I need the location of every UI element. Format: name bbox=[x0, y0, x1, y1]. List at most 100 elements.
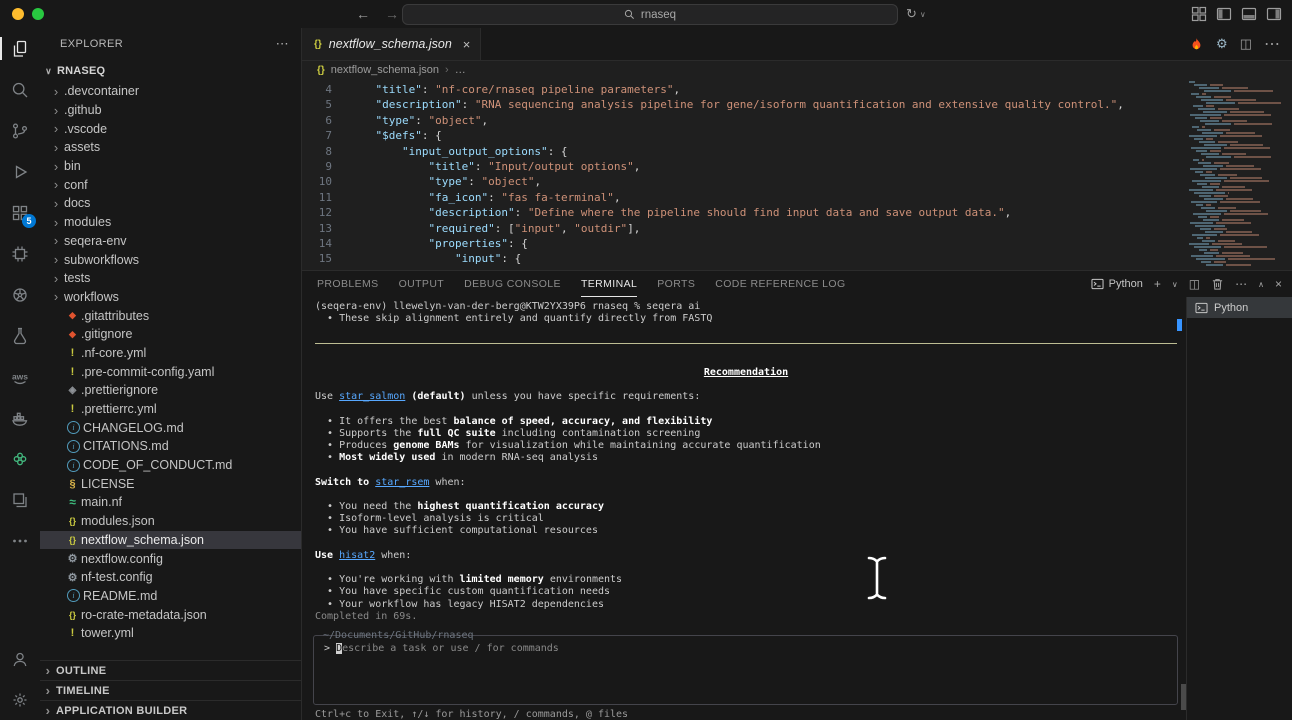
toggle-panel-icon[interactable] bbox=[1241, 6, 1257, 22]
close-tab-icon[interactable]: × bbox=[463, 37, 471, 52]
more-actions-icon[interactable]: ⋯ bbox=[1264, 34, 1280, 54]
tree-item[interactable]: {}modules.json bbox=[40, 512, 301, 531]
minimize-button[interactable] bbox=[12, 8, 24, 20]
activity-docker[interactable] bbox=[0, 397, 40, 438]
toggle-secondary-sidebar-icon[interactable] bbox=[1266, 6, 1282, 22]
tree-item[interactable]: {}nextflow_schema.json bbox=[40, 531, 301, 550]
activity-accounts[interactable] bbox=[0, 638, 40, 679]
tree-item[interactable]: ›.vscode bbox=[40, 119, 301, 138]
line-number: 11 bbox=[302, 190, 332, 205]
search-icon bbox=[624, 9, 635, 20]
testing-icon bbox=[10, 326, 30, 346]
panel-tab-problems[interactable]: PROBLEMS bbox=[317, 272, 379, 297]
tree-item[interactable]: {}ro-crate-metadata.json bbox=[40, 605, 301, 624]
launch-profile-button[interactable]: Python bbox=[1091, 278, 1143, 290]
activity-run-debug[interactable] bbox=[0, 151, 40, 192]
panel-tab-terminal[interactable]: TERMINAL bbox=[581, 272, 637, 297]
tree-item[interactable]: §LICENSE bbox=[40, 474, 301, 493]
terminal-line bbox=[315, 325, 1177, 337]
split-editor-icon[interactable]: ◫ bbox=[1240, 36, 1252, 52]
tree-item[interactable]: ›.github bbox=[40, 101, 301, 120]
chevron-down-icon[interactable]: ∨ bbox=[1172, 280, 1178, 289]
activity-testing[interactable] bbox=[0, 315, 40, 356]
tree-item[interactable]: ◆.gitattributes bbox=[40, 306, 301, 325]
line-number: 12 bbox=[302, 205, 332, 220]
terminal[interactable]: (seqera-env) llewelyn-van-der-berg@KTW2Y… bbox=[302, 297, 1186, 720]
flame-icon[interactable] bbox=[1189, 37, 1204, 52]
tree-item[interactable]: iCODE_OF_CONDUCT.md bbox=[40, 456, 301, 475]
settings-gear-icon[interactable]: ⚙ bbox=[1216, 36, 1228, 52]
tree-item[interactable]: iREADME.md bbox=[40, 587, 301, 606]
section-timeline[interactable]: ›TIMELINE bbox=[40, 680, 301, 700]
maximize-panel-icon[interactable]: ∧ bbox=[1258, 280, 1264, 289]
tree-item[interactable]: ›docs bbox=[40, 194, 301, 213]
toggle-sidebar-icon[interactable] bbox=[1216, 6, 1232, 22]
aws-icon: aws bbox=[10, 367, 30, 387]
customize-layout-icon[interactable] bbox=[1191, 6, 1207, 22]
zoom-button[interactable] bbox=[32, 8, 44, 20]
activity-aws[interactable]: aws bbox=[0, 356, 40, 397]
code-editor[interactable]: 4 "title": "nf-core/rnaseq pipeline para… bbox=[302, 79, 1292, 270]
more-actions-icon[interactable]: ⋯ bbox=[1235, 277, 1247, 291]
tree-item[interactable]: ›assets bbox=[40, 138, 301, 157]
minimap[interactable] bbox=[1185, 81, 1289, 269]
tree-item[interactable]: iCHANGELOG.md bbox=[40, 418, 301, 437]
activity-containers[interactable] bbox=[0, 479, 40, 520]
tree-item[interactable]: ›modules bbox=[40, 213, 301, 232]
close-panel-icon[interactable]: × bbox=[1275, 277, 1282, 291]
tree-item[interactable]: ›tests bbox=[40, 269, 301, 288]
breadcrumb-file[interactable]: nextflow_schema.json bbox=[331, 64, 439, 76]
command-center[interactable]: rnaseq bbox=[402, 4, 898, 25]
activity-search[interactable] bbox=[0, 69, 40, 110]
tree-item[interactable]: !.nf-core.yml bbox=[40, 344, 301, 363]
tree-item[interactable]: ◆.gitignore bbox=[40, 325, 301, 344]
tree-item[interactable]: ≈main.nf bbox=[40, 493, 301, 512]
docker-icon bbox=[10, 408, 30, 428]
activity-extensions[interactable]: 5 bbox=[0, 192, 40, 233]
editor-tab[interactable]: {} nextflow_schema.json × bbox=[302, 28, 481, 60]
tree-item[interactable]: ⚙nf-test.config bbox=[40, 568, 301, 587]
activity-explorer[interactable] bbox=[0, 28, 40, 69]
terminal-scroll-indicator[interactable] bbox=[1177, 319, 1182, 331]
section-application-builder[interactable]: ›APPLICATION BUILDER bbox=[40, 700, 301, 720]
panel-tab-ports[interactable]: PORTS bbox=[657, 272, 695, 297]
new-terminal-icon[interactable]: + bbox=[1154, 277, 1161, 291]
activity-settings[interactable] bbox=[0, 679, 40, 720]
tree-item[interactable]: ›workflows bbox=[40, 288, 301, 307]
tree-item[interactable]: ›.devcontainer bbox=[40, 82, 301, 101]
screencast-control[interactable]: ↻ ∨ bbox=[906, 0, 926, 28]
panel-tab-debug-console[interactable]: DEBUG CONSOLE bbox=[464, 272, 561, 297]
activity-nextflow[interactable] bbox=[0, 438, 40, 479]
more-actions-icon[interactable]: ⋯ bbox=[276, 36, 289, 52]
tree-item[interactable]: ⚙nextflow.config bbox=[40, 549, 301, 568]
terminal-input-box[interactable]: ~/Documents/GitHub/rnaseq > Describe a t… bbox=[313, 635, 1178, 705]
activity-kubernetes[interactable] bbox=[0, 274, 40, 315]
tree-item[interactable]: ›conf bbox=[40, 175, 301, 194]
section-outline[interactable]: ›OUTLINE bbox=[40, 660, 301, 680]
breadcrumb-more[interactable]: … bbox=[455, 64, 466, 76]
panel-tab-code-reference-log[interactable]: CODE REFERENCE LOG bbox=[715, 272, 845, 297]
chevron-right-icon: › bbox=[48, 122, 64, 135]
kill-terminal-icon[interactable] bbox=[1211, 277, 1224, 291]
activity-source-control[interactable] bbox=[0, 110, 40, 151]
terminal-tab-python[interactable]: Python bbox=[1187, 297, 1292, 318]
back-button[interactable]: ← bbox=[356, 6, 370, 22]
tree-item[interactable]: iCITATIONS.md bbox=[40, 437, 301, 456]
tree-item[interactable]: !.pre-commit-config.yaml bbox=[40, 362, 301, 381]
tree-item[interactable]: ◈.prettierignore bbox=[40, 381, 301, 400]
tree-item[interactable]: ›bin bbox=[40, 157, 301, 176]
tree-item[interactable]: ›subworkflows bbox=[40, 250, 301, 269]
split-terminal-icon[interactable]: ◫ bbox=[1189, 277, 1200, 291]
forward-button[interactable]: → bbox=[385, 6, 399, 22]
project-section-header[interactable]: ∨ RNASEQ bbox=[40, 60, 301, 82]
terminal-tabs-list: Python bbox=[1186, 297, 1292, 720]
activity-remote-explorer[interactable] bbox=[0, 233, 40, 274]
activity-more-views[interactable] bbox=[0, 520, 40, 561]
tree-item[interactable]: !tower.yml bbox=[40, 624, 301, 643]
tree-item[interactable]: ›seqera-env bbox=[40, 232, 301, 251]
minimap-line bbox=[1185, 189, 1289, 191]
tree-item[interactable]: !.prettierrc.yml bbox=[40, 400, 301, 419]
panel-tab-output[interactable]: OUTPUT bbox=[399, 272, 445, 297]
file-name: .gitattributes bbox=[81, 309, 149, 323]
line-number: 7 bbox=[302, 128, 332, 143]
